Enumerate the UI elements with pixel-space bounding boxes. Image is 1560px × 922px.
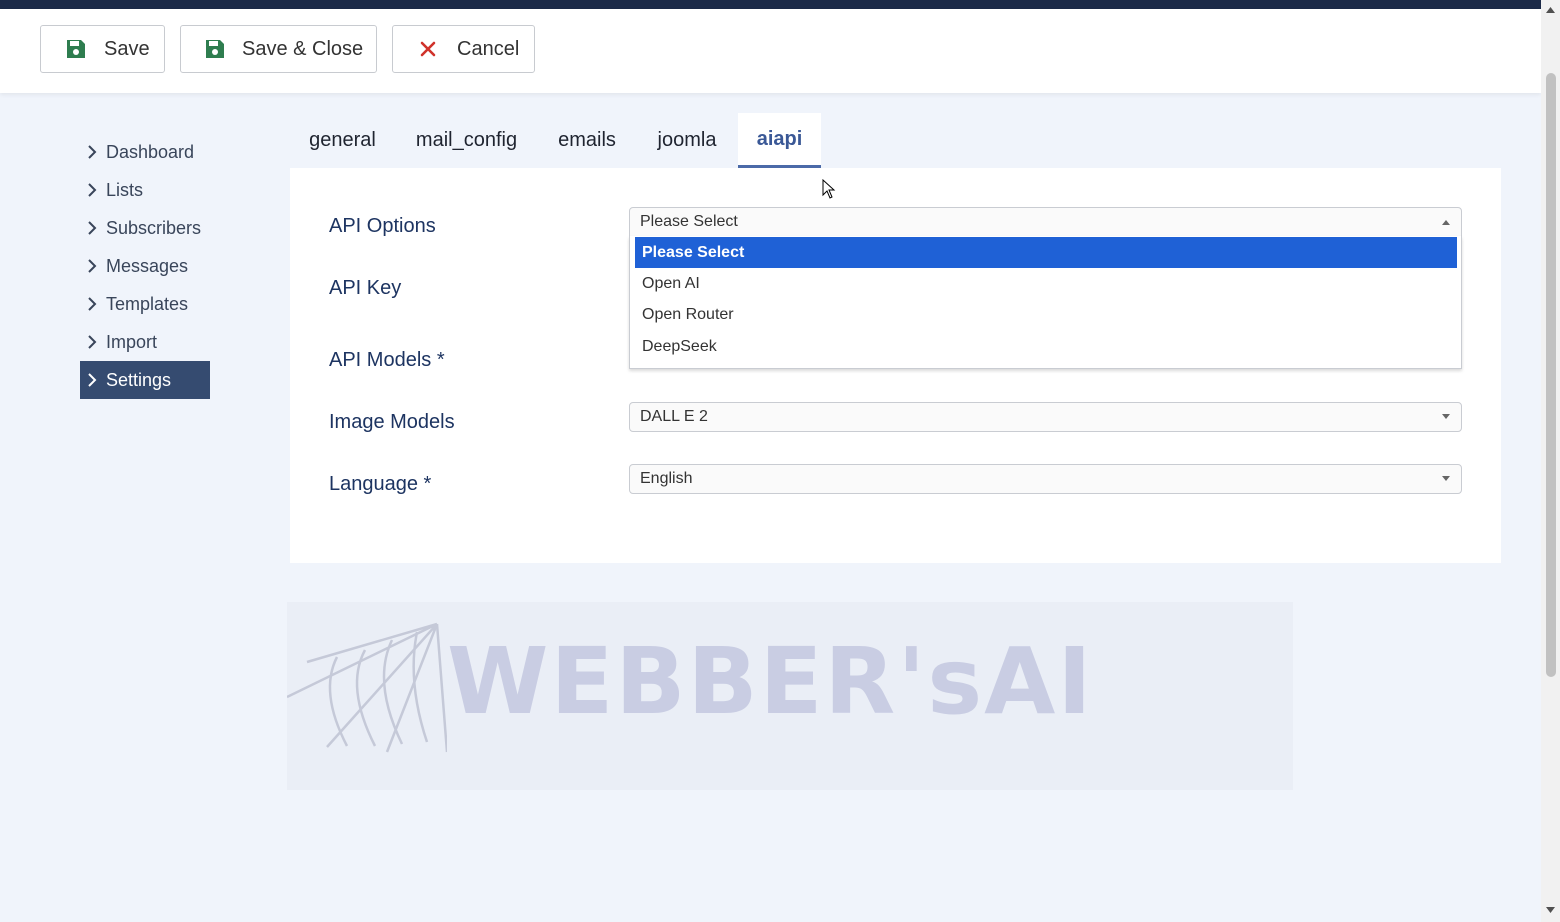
- scroll-down-icon[interactable]: [1545, 906, 1556, 914]
- sidebar-item-templates[interactable]: Templates: [80, 285, 210, 323]
- caret-down-icon: [1442, 476, 1450, 481]
- top-bar: [0, 0, 1541, 9]
- api-options-dropdown: Please Select Open AI Open Router DeepSe…: [629, 236, 1462, 369]
- sidebar-item-settings[interactable]: Settings: [80, 361, 210, 399]
- caret-down-icon: [1442, 414, 1450, 419]
- sidebar-item-label: Messages: [106, 255, 189, 276]
- api-options-value: Please Select: [640, 213, 738, 230]
- api-options-label: API Options: [329, 215, 436, 237]
- chevron-right-icon: [88, 145, 97, 159]
- sidebar-item-subscribers[interactable]: Subscribers: [80, 209, 210, 247]
- language-select[interactable]: English: [629, 464, 1462, 494]
- cancel-label: Cancel: [457, 37, 520, 60]
- save-close-button[interactable]: Save & Close: [180, 25, 377, 73]
- chevron-right-icon: [88, 373, 97, 387]
- image-models-value: DALL E 2: [640, 408, 708, 425]
- save-label: Save: [104, 37, 150, 60]
- mouse-cursor-icon: [822, 179, 836, 199]
- scroll-thumb[interactable]: [1546, 73, 1556, 677]
- language-value: English: [640, 470, 693, 487]
- caret-up-icon: [1442, 220, 1450, 225]
- tab-general[interactable]: general: [290, 113, 395, 168]
- api-models-label: API Models *: [329, 349, 445, 371]
- sidebar-item-lists[interactable]: Lists: [80, 171, 210, 209]
- sidebar-item-label: Subscribers: [106, 217, 202, 238]
- option-open-router[interactable]: Open Router: [635, 299, 1457, 330]
- logo-text: WEBBER'sAI: [447, 628, 1094, 735]
- sidebar-item-label: Lists: [106, 179, 144, 200]
- option-open-ai[interactable]: Open AI: [635, 268, 1457, 299]
- chevron-right-icon: [88, 259, 97, 273]
- api-options-select[interactable]: Please Select: [629, 207, 1462, 237]
- tab-aiapi[interactable]: aiapi: [738, 113, 821, 168]
- floppy-disk-icon: [67, 40, 85, 58]
- floppy-disk-icon: [206, 40, 224, 58]
- brand-logo: WEBBER'sAI: [287, 602, 1293, 790]
- api-key-label: API Key: [329, 277, 402, 299]
- image-models-label: Image Models: [329, 411, 455, 433]
- image-models-select[interactable]: DALL E 2: [629, 402, 1462, 432]
- scroll-up-icon[interactable]: [1545, 6, 1556, 14]
- save-close-label: Save & Close: [242, 37, 364, 60]
- settings-tabs: general mail_config emails joomla aiapi: [290, 113, 1501, 168]
- save-button[interactable]: Save: [40, 25, 165, 73]
- sidebar-item-dashboard[interactable]: Dashboard: [80, 133, 210, 171]
- cancel-button[interactable]: Cancel: [392, 25, 535, 73]
- close-icon: [420, 41, 436, 57]
- chevron-right-icon: [88, 335, 97, 349]
- chevron-right-icon: [88, 183, 97, 197]
- tab-mail-config[interactable]: mail_config: [400, 113, 533, 168]
- sidebar-item-label: Templates: [106, 293, 189, 314]
- tab-emails[interactable]: emails: [544, 113, 630, 168]
- spider-web-icon: [287, 622, 447, 753]
- option-deepseek[interactable]: DeepSeek: [635, 331, 1457, 362]
- sidebar-item-import[interactable]: Import: [80, 323, 210, 361]
- chevron-right-icon: [88, 297, 97, 311]
- sidebar-item-label: Settings: [106, 369, 172, 390]
- tab-joomla[interactable]: joomla: [640, 113, 734, 168]
- option-please-select[interactable]: Please Select: [635, 237, 1457, 268]
- sidebar-item-label: Import: [106, 331, 158, 352]
- page-scrollbar[interactable]: [1541, 0, 1560, 922]
- language-label: Language *: [329, 473, 432, 495]
- chevron-right-icon: [88, 221, 97, 235]
- sidebar: Dashboard Lists Subscribers Messages Tem…: [80, 133, 210, 399]
- settings-panel: API Options API Key API Models * Image M…: [290, 168, 1501, 563]
- toolbar: Save Save & Close Cancel: [0, 9, 1541, 93]
- sidebar-item-label: Dashboard: [106, 141, 195, 162]
- sidebar-item-messages[interactable]: Messages: [80, 247, 210, 285]
